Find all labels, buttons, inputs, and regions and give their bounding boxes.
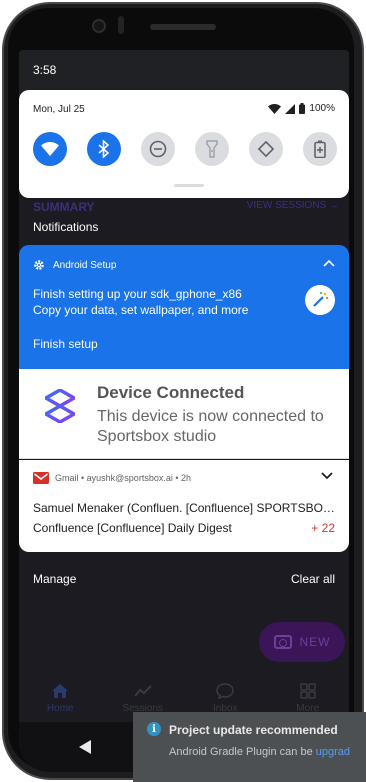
gmail-header-text: Gmail • ayushk@sportsbox.ai • 2h xyxy=(55,473,191,483)
trending-icon xyxy=(133,685,152,697)
qs-date: Mon, Jul 25 xyxy=(33,104,85,115)
phone-device: 3:58 SUMMARY VIEW SESSIONS → NEW Home Se… xyxy=(0,0,366,782)
auto-rotate-tile[interactable] xyxy=(249,132,283,166)
bluetooth-tile[interactable] xyxy=(87,132,121,166)
gmail-count-badge: + 22 xyxy=(311,521,335,535)
setup-header: Android Setup xyxy=(33,259,116,271)
device-connected-title: Device Connected xyxy=(97,383,245,402)
device-connected-body: This device is now connected to Sportsbo… xyxy=(97,407,324,447)
screen: 3:58 SUMMARY VIEW SESSIONS → NEW Home Se… xyxy=(19,50,349,772)
magic-wand-icon xyxy=(305,285,335,315)
android-setup-notification[interactable]: Android Setup Finish setting up your sdk… xyxy=(19,245,349,369)
manage-button[interactable]: Manage xyxy=(33,572,76,586)
home-icon xyxy=(52,684,69,698)
back-icon[interactable] xyxy=(79,740,91,754)
earpiece-speaker xyxy=(150,24,216,30)
balloon-body-text: Android Gradle Plugin can be xyxy=(169,746,316,758)
bluetooth-icon xyxy=(98,140,110,158)
gmail-line1: Samuel Menaker (Confluen. [Confluence] S… xyxy=(33,501,337,515)
wifi-tile[interactable] xyxy=(33,132,67,166)
info-icon: i xyxy=(147,722,161,736)
upgrade-link[interactable]: upgrad xyxy=(316,746,350,758)
balloon-title: Project update recommended xyxy=(169,723,338,737)
chevron-up-icon[interactable] xyxy=(323,259,335,267)
view-sessions-link: VIEW SESSIONS → xyxy=(246,200,339,211)
setup-text: Finish setting up your sdk_gphone_x86 Co… xyxy=(33,286,248,318)
gmail-header: Gmail • ayushk@sportsbox.ai • 2h xyxy=(33,472,191,484)
camera-icon xyxy=(273,635,292,649)
new-button-label: NEW xyxy=(299,635,331,649)
flashlight-tile[interactable] xyxy=(195,132,229,166)
ide-notification-balloon[interactable]: i Project update recommended Android Gra… xyxy=(133,712,366,782)
front-camera xyxy=(92,19,106,33)
setup-line2: Copy your data, set wallpaper, and more xyxy=(33,303,249,317)
qs-tiles xyxy=(33,132,337,166)
clear-all-button[interactable]: Clear all xyxy=(291,572,335,586)
device-body-line1: This device is now connected to xyxy=(97,408,324,425)
summary-label: SUMMARY xyxy=(33,200,95,214)
battery-icon xyxy=(299,103,306,114)
battery-percent: 100% xyxy=(309,103,335,114)
balloon-body: Android Gradle Plugin can be upgrad xyxy=(169,746,350,758)
grid-icon xyxy=(300,683,316,699)
do-not-disturb-icon xyxy=(149,140,167,158)
chat-bubble-icon xyxy=(216,683,235,699)
device-body-line2: Sportsbox studio xyxy=(97,428,217,445)
setup-line1: Finish setting up your sdk_gphone_x86 xyxy=(33,287,242,301)
wifi-signal-icon xyxy=(268,103,282,114)
notifications-header: Notifications xyxy=(33,220,99,234)
proximity-sensor xyxy=(118,16,124,34)
device-connected-notification[interactable]: Device Connected This device is now conn… xyxy=(19,369,349,459)
auto-rotate-icon xyxy=(257,140,275,158)
status-time: 3:58 xyxy=(33,63,57,77)
cell-signal-icon xyxy=(285,103,296,114)
gmail-icon xyxy=(33,472,49,484)
battery-saver-icon xyxy=(314,140,326,158)
gmail-notification[interactable]: Gmail • ayushk@sportsbox.ai • 2h Samuel … xyxy=(19,460,349,552)
gmail-line2: Confluence [Confluence] Daily Digest xyxy=(33,521,232,535)
quick-settings-panel: Mon, Jul 25 100% xyxy=(19,90,349,198)
qs-drag-handle[interactable] xyxy=(174,184,204,187)
qs-status-icons: 100% xyxy=(268,103,335,114)
sportsbox-logo-icon xyxy=(45,389,75,423)
new-session-button: NEW xyxy=(259,622,345,662)
do-not-disturb-tile[interactable] xyxy=(141,132,175,166)
battery-saver-tile[interactable] xyxy=(303,132,337,166)
tab-home: Home xyxy=(19,670,102,720)
gear-icon xyxy=(34,260,44,270)
flashlight-icon xyxy=(206,140,218,158)
finish-setup-action[interactable]: Finish setup xyxy=(33,337,98,351)
chevron-down-icon[interactable] xyxy=(321,472,333,480)
setup-app-name: Android Setup xyxy=(53,259,117,271)
wifi-icon xyxy=(41,142,59,156)
tab-home-label: Home xyxy=(46,703,74,714)
